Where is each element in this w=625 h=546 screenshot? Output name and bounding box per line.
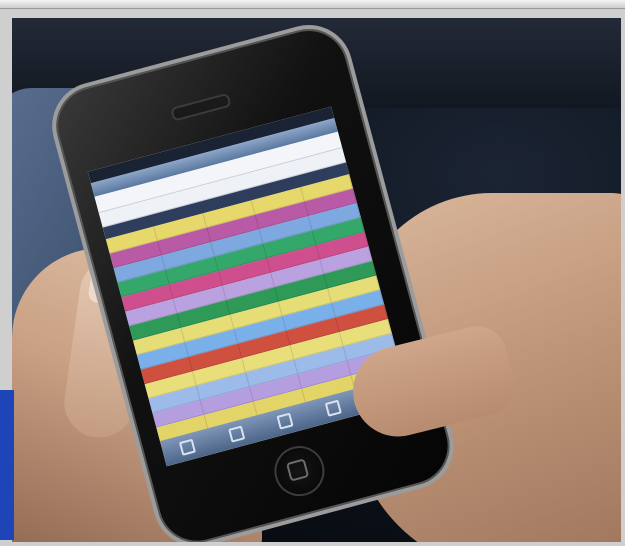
forward-icon: [227, 425, 245, 443]
image-frame: [0, 0, 625, 546]
photo: [12, 18, 621, 542]
add-icon: [276, 412, 294, 430]
frame-top-border: [0, 0, 625, 9]
pages-icon: [325, 399, 343, 417]
back-icon: [179, 438, 197, 456]
blue-edge: [0, 390, 14, 540]
